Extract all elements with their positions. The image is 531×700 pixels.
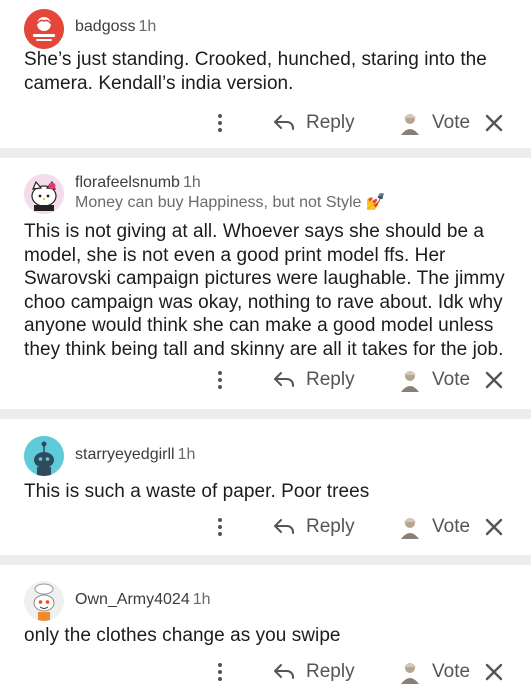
reply-label: Reply <box>306 112 355 133</box>
reply-label: Reply <box>306 516 355 537</box>
reply-arrow-icon <box>274 115 294 130</box>
username[interactable]: florafeelsnumb <box>75 174 180 191</box>
comment-body: This is such a waste of paper. Poor tree… <box>24 481 370 502</box>
comment-separator <box>0 148 531 158</box>
vote-label: Vote <box>432 516 471 537</box>
close-icon[interactable] <box>484 662 504 682</box>
reply-label: Reply <box>306 661 355 682</box>
more-options-icon[interactable] <box>210 512 230 542</box>
vote-avatar-icon <box>401 518 419 539</box>
reply-button[interactable]: Reply <box>272 512 355 542</box>
vote-avatar-icon <box>401 371 419 392</box>
close-icon[interactable] <box>484 517 504 537</box>
more-options-icon[interactable] <box>210 365 230 395</box>
reply-arrow-icon <box>274 372 294 387</box>
more-options-icon[interactable] <box>210 108 230 138</box>
username[interactable]: starryeyedgirll <box>75 446 175 463</box>
username[interactable]: Own_Army4024 <box>75 591 190 608</box>
reply-arrow-icon <box>274 519 294 534</box>
comment-body: only the clothes change as you swipe <box>24 625 341 646</box>
vote-label: Vote <box>432 112 471 133</box>
close-icon[interactable] <box>484 113 504 133</box>
comment: starryeyedgirll 1h This is such a waste o… <box>0 419 531 555</box>
reply-button[interactable]: Reply <box>272 365 355 395</box>
timestamp: 1h <box>192 591 211 608</box>
avatar-snoo-teal-icon[interactable] <box>24 436 64 476</box>
comment-body: She’s just standing. Crooked, hunched, s… <box>24 49 487 94</box>
timestamp: 1h <box>138 18 157 35</box>
username[interactable]: badgoss <box>75 18 136 35</box>
user-flair: Money can buy Happiness, but not Style 💅 <box>75 194 386 211</box>
vote-label: Vote <box>432 661 471 682</box>
avatar-red-logo-icon[interactable] <box>24 9 64 49</box>
vote-avatar-icon <box>401 663 419 684</box>
reply-arrow-icon <box>274 664 294 679</box>
comment-separator <box>0 555 531 565</box>
vote-button[interactable]: Vote <box>398 365 470 395</box>
vote-button[interactable]: Vote <box>398 108 470 138</box>
vote-label: Vote <box>432 369 471 390</box>
comment: badgoss 1h She’s just standing. Crooked, … <box>0 0 531 148</box>
vote-button[interactable]: Vote <box>398 657 470 687</box>
timestamp: 1h <box>182 174 201 191</box>
more-options-icon[interactable] <box>210 657 230 687</box>
comment: Own_Army4024 1h only the clothes change a… <box>0 565 531 700</box>
close-icon[interactable] <box>484 370 504 390</box>
reply-button[interactable]: Reply <box>272 108 355 138</box>
avatar-hello-kitty-icon[interactable] <box>24 174 64 214</box>
reply-label: Reply <box>306 369 355 390</box>
avatar-snoo-chef-icon[interactable] <box>24 581 64 621</box>
timestamp: 1h <box>177 446 196 463</box>
vote-button[interactable]: Vote <box>398 512 470 542</box>
reply-button[interactable]: Reply <box>272 657 355 687</box>
comment-body: This is not giving at all. Whoever says … <box>24 221 505 360</box>
vote-avatar-icon <box>401 114 419 135</box>
comment-separator <box>0 409 531 419</box>
comment: florafeelsnumb 1h Money can buy Happiness… <box>0 158 531 409</box>
